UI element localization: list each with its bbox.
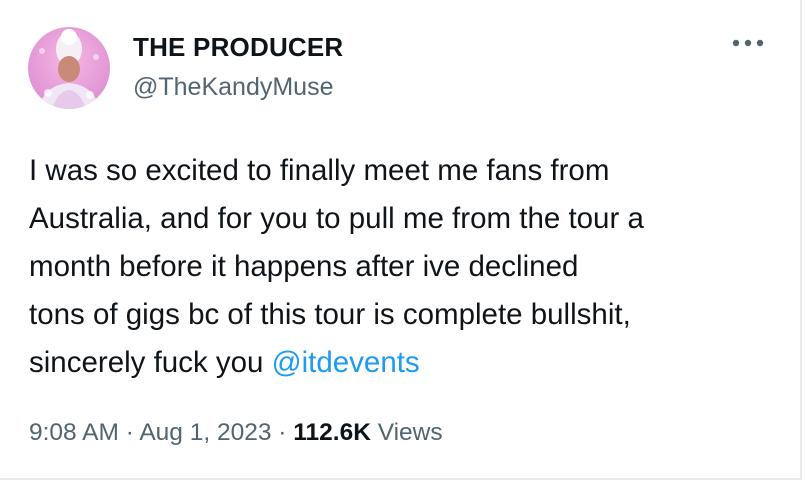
mention-link[interactable]: @itdevents: [272, 346, 420, 379]
views-count[interactable]: 112.6K: [293, 419, 371, 446]
author-handle[interactable]: @TheKandyMuse: [133, 72, 333, 102]
tweet-meta: 9:08 AM · Aug 1, 2023 · 112.6K Views: [29, 418, 443, 448]
tweet-time[interactable]: 9:08 AM: [29, 419, 119, 446]
tweet-text: I was so excited to finally meet me fans…: [29, 147, 779, 387]
views-label: Views: [370, 419, 443, 446]
meta-separator: ·: [118, 419, 140, 446]
tweet-date[interactable]: Aug 1, 2023: [139, 419, 271, 446]
more-options-icon[interactable]: [730, 33, 766, 53]
avatar-image: [28, 27, 110, 109]
profile-avatar[interactable]: [28, 27, 110, 109]
tweet-card: THE PRODUCER @TheKandyMuse I was so exci…: [0, 0, 802, 480]
meta-separator: ·: [271, 419, 294, 446]
author-display-name[interactable]: THE PRODUCER: [133, 32, 343, 62]
